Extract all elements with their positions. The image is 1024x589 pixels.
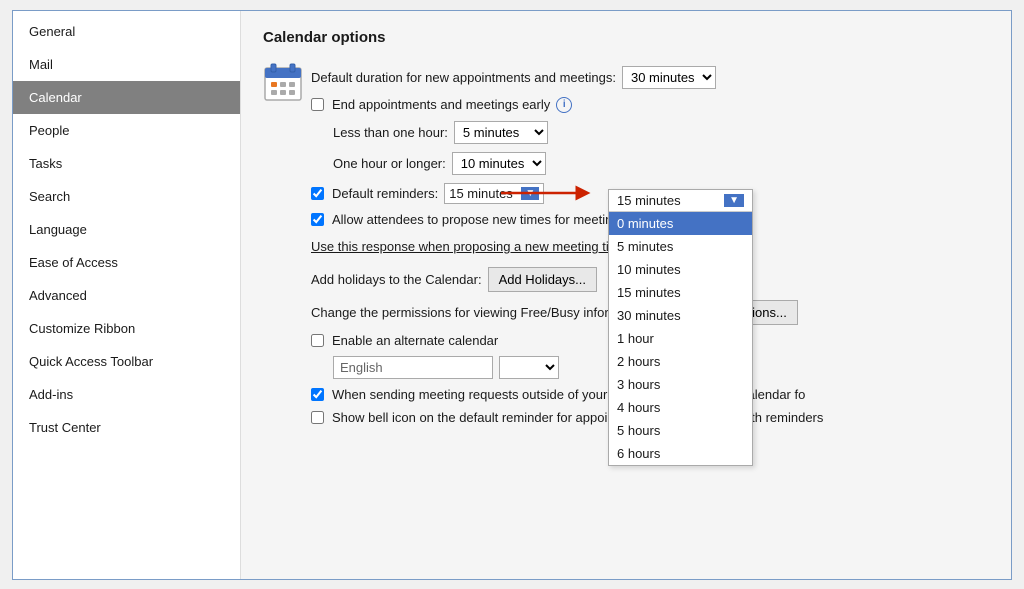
sidebar-item-calendar[interactable]: Calendar [13, 81, 240, 114]
one-hour-row: One hour or longer: 10 minutes 5 minutes… [311, 148, 989, 179]
dropdown-item-5[interactable]: 1 hour [609, 327, 752, 350]
dropdown-item-0[interactable]: 0 minutes [609, 212, 752, 235]
use-response-label[interactable]: Use this response when proposing a new m… [311, 239, 630, 254]
dropdown-item-1[interactable]: 5 minutes [609, 235, 752, 258]
enable-alternate-label: Enable an alternate calendar [332, 333, 498, 348]
dropdown-header-value: 15 minutes [617, 193, 681, 208]
less-than-select[interactable]: 5 minutes 0 minutes 10 minutes [454, 121, 548, 144]
sidebar-item-tasks[interactable]: Tasks [13, 147, 240, 180]
show-bell-checkbox[interactable] [311, 411, 324, 424]
end-early-info-icon[interactable]: i [556, 97, 572, 113]
end-early-label: End appointments and meetings early [332, 97, 550, 112]
one-hour-label: One hour or longer: [333, 156, 446, 171]
sidebar-item-add-ins[interactable]: Add-ins [13, 378, 240, 411]
reminder-dropdown-popup: 15 minutes ▼ 0 minutes 5 minutes 10 minu… [608, 189, 753, 466]
dropdown-item-6[interactable]: 2 hours [609, 350, 752, 373]
sidebar-item-quick-access[interactable]: Quick Access Toolbar [13, 345, 240, 378]
dropdown-item-8[interactable]: 4 hours [609, 396, 752, 419]
dropdown-item-2[interactable]: 10 minutes [609, 258, 752, 281]
sidebar-item-advanced[interactable]: Advanced [13, 279, 240, 312]
end-early-checkbox[interactable] [311, 98, 324, 111]
dropdown-item-10[interactable]: 6 hours [609, 442, 752, 465]
default-reminders-checkbox[interactable] [311, 187, 324, 200]
less-than-label: Less than one hour: [333, 125, 448, 140]
options-window: General Mail Calendar People Tasks Searc… [12, 10, 1012, 580]
red-arrow-icon [501, 183, 591, 203]
calendar-icon [263, 62, 303, 102]
alternate-calendar-language-input[interactable] [333, 356, 493, 379]
one-hour-select[interactable]: 10 minutes 5 minutes 15 minutes 30 minut… [452, 152, 546, 175]
allow-attendees-label: Allow attendees to propose new times for… [332, 212, 626, 227]
default-duration-row: Default duration for new appointments an… [311, 62, 989, 93]
when-sending-checkbox[interactable] [311, 388, 324, 401]
sidebar-item-language[interactable]: Language [13, 213, 240, 246]
dropdown-popup-header: 15 minutes ▼ [609, 190, 752, 212]
page-title: Calendar options [263, 29, 989, 46]
content-area: Calendar options Default duration for ne… [241, 11, 1011, 579]
add-holidays-label: Add holidays to the Calendar: [311, 272, 482, 287]
sidebar: General Mail Calendar People Tasks Searc… [13, 11, 241, 579]
sidebar-item-trust-center[interactable]: Trust Center [13, 411, 240, 444]
dropdown-item-9[interactable]: 5 hours [609, 419, 752, 442]
dropdown-item-7[interactable]: 3 hours [609, 373, 752, 396]
dropdown-item-4[interactable]: 30 minutes [609, 304, 752, 327]
sidebar-item-customize-ribbon[interactable]: Customize Ribbon [13, 312, 240, 345]
less-than-row: Less than one hour: 5 minutes 0 minutes … [311, 117, 989, 148]
default-duration-label: Default duration for new appointments an… [311, 70, 616, 85]
sidebar-item-general[interactable]: General [13, 15, 240, 48]
add-holidays-button[interactable]: Add Holidays... [488, 267, 597, 292]
default-duration-select[interactable]: 30 minutes 5 minutes 10 minutes 15 minut… [622, 66, 716, 89]
sidebar-item-search[interactable]: Search [13, 180, 240, 213]
dropdown-header-arrow-icon: ▼ [724, 194, 744, 207]
default-reminders-label: Default reminders: [332, 186, 438, 201]
enable-alternate-checkbox[interactable] [311, 334, 324, 347]
dropdown-item-3[interactable]: 15 minutes [609, 281, 752, 304]
change-permissions-label: Change the permissions for viewing Free/… [311, 305, 651, 320]
sidebar-item-people[interactable]: People [13, 114, 240, 147]
sidebar-item-mail[interactable]: Mail [13, 48, 240, 81]
end-early-row: End appointments and meetings early i [311, 93, 989, 117]
allow-attendees-checkbox[interactable] [311, 213, 324, 226]
sidebar-item-ease-of-access[interactable]: Ease of Access [13, 246, 240, 279]
alternate-calendar-type-select[interactable] [499, 356, 559, 379]
